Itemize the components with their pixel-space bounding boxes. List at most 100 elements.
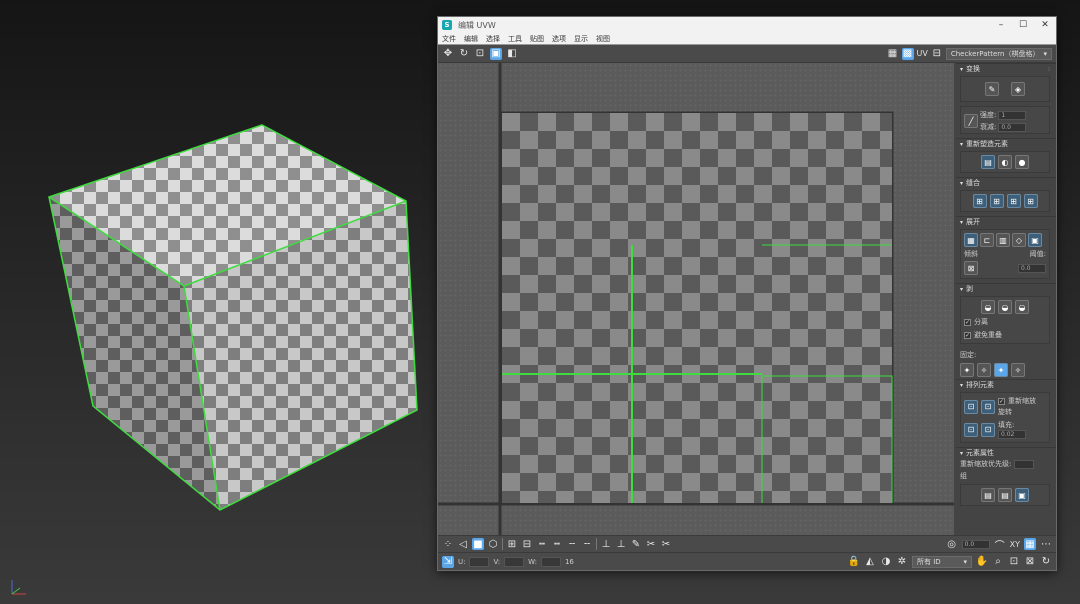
menu-options[interactable]: 选项 — [552, 34, 566, 44]
rotate-icon[interactable]: ↻ — [458, 48, 470, 60]
titlebar[interactable]: S 编辑 UVW – ☐ ✕ — [438, 17, 1056, 33]
stitch-to-source-icon[interactable]: ⊞ — [972, 194, 987, 208]
mirror-icon[interactable]: ◧ — [506, 48, 518, 60]
break-icon[interactable]: ⊏ — [980, 233, 994, 247]
detach-checkbox[interactable]: ✓ — [964, 318, 971, 326]
menu-tools[interactable]: 工具 — [508, 34, 522, 44]
display-filter-dropdown[interactable]: 所有 ID ▾ — [912, 555, 972, 568]
detach-icon[interactable]: ◇ — [1012, 233, 1026, 247]
group-select-icon[interactable]: ▤ — [981, 488, 995, 502]
u-field[interactable] — [469, 556, 490, 567]
maximize-button[interactable]: ☐ — [1012, 20, 1034, 30]
menu-edit[interactable]: 编辑 — [464, 34, 478, 44]
rollout-reshape[interactable]: ▾ 重新塑造元素 — [956, 138, 1056, 149]
strength-spinner[interactable]: 1 — [998, 110, 1027, 120]
pack-grouped-icon[interactable]: ⊡ — [981, 422, 995, 437]
menu-file[interactable]: 文件 — [442, 34, 456, 44]
align-u-icon[interactable]: ⊥ — [600, 538, 612, 550]
uv-canvas[interactable] — [438, 63, 954, 551]
minimize-button[interactable]: – — [990, 20, 1012, 30]
peel-reset-icon[interactable]: ◒ — [1015, 300, 1029, 314]
rollout-transform[interactable]: ▾ 变换 ⁝ — [956, 63, 1056, 74]
relax-shell-icon[interactable]: ◐ — [998, 155, 1012, 169]
align-v-icon[interactable]: ⊥ — [615, 538, 627, 550]
rescale-priority-spinner[interactable] — [1014, 459, 1035, 469]
uv-editor-window[interactable]: S 编辑 UVW – ☐ ✕ 文件 编辑 选择 工具 贴图 选项 显示 视图 ✥… — [437, 16, 1057, 571]
flatten-icon[interactable]: ▦ — [964, 233, 978, 247]
menu-display[interactable]: 显示 — [574, 34, 588, 44]
padding-spinner[interactable]: 0.02 — [998, 430, 1026, 439]
normal-map-icon[interactable]: ▣ — [1028, 233, 1042, 247]
close-button[interactable]: ✕ — [1034, 20, 1056, 30]
menu-select[interactable]: 选择 — [486, 34, 500, 44]
zoom-extents-icon[interactable]: ⊠ — [1024, 556, 1036, 568]
scale-icon[interactable]: ⊡ — [474, 48, 486, 60]
stitch-average-icon[interactable]: ⊞ — [989, 194, 1004, 208]
checker-cube[interactable] — [0, 0, 440, 520]
filter-icon[interactable]: ◭ — [864, 556, 876, 568]
zoom-region-icon[interactable]: ⊡ — [1008, 556, 1020, 568]
shrink-selection-icon[interactable]: ⊟ — [521, 538, 533, 550]
rollout-element-props[interactable]: ▾ 元素属性 — [956, 447, 1056, 458]
uv-layout[interactable] — [438, 63, 954, 551]
absolute-offset-icon[interactable]: ⇲ — [442, 555, 454, 568]
grid-icon[interactable]: ▦ — [887, 48, 899, 60]
pack-together-icon[interactable]: ⊡ — [964, 422, 978, 437]
peel-quick-icon[interactable]: ◒ — [981, 300, 995, 314]
hide-icon[interactable]: ◑ — [880, 556, 892, 568]
straighten-icon[interactable]: ▤ — [981, 155, 995, 169]
snap-icon[interactable]: ↻ — [1040, 556, 1052, 568]
split-icon[interactable]: ▥ — [996, 233, 1010, 247]
paint-brush-icon[interactable]: ✎ — [985, 82, 999, 96]
lock-icon[interactable]: ⊟ — [931, 48, 943, 60]
menu-mapping[interactable]: 贴图 — [530, 34, 544, 44]
cut-icon[interactable]: ✂ — [645, 538, 657, 550]
select-edge-icon[interactable]: ◁ — [457, 538, 469, 550]
ring-icon[interactable]: ┅ — [551, 538, 563, 550]
settings-icon[interactable]: ✲ — [896, 556, 908, 568]
freeform-icon[interactable]: ▣ — [490, 47, 502, 60]
paint-select-icon[interactable]: ✎ — [630, 538, 642, 550]
xy-toggle-icon[interactable]: ▦ — [1024, 538, 1036, 550]
rollout-peel[interactable]: ▾ 剥 — [956, 283, 1056, 294]
rescale-checkbox[interactable]: ✓ — [998, 397, 1005, 405]
avoid-overlap-checkbox[interactable]: ✓ — [964, 331, 971, 339]
stitch-custom-icon[interactable]: ⊞ — [1023, 194, 1038, 208]
sew-icon[interactable]: ✂ — [660, 538, 672, 550]
sphere-icon[interactable]: ● — [1015, 155, 1029, 169]
select-vertex-icon[interactable]: ⁘ — [442, 538, 454, 550]
grow-selection-icon[interactable]: ⊞ — [506, 538, 518, 550]
pack-normalize-icon[interactable]: ⊡ — [964, 399, 978, 414]
pan-icon[interactable]: ✋ — [976, 556, 988, 568]
move-icon[interactable]: ✥ — [442, 48, 454, 60]
threshold-spinner[interactable]: 0.0 — [1018, 263, 1046, 273]
peel-pelt-icon[interactable]: ◒ — [998, 300, 1012, 314]
v-field[interactable] — [504, 556, 525, 567]
pin-add-icon[interactable]: ✦ — [960, 363, 974, 377]
falloff-spinner[interactable]: 0.0 — [998, 122, 1027, 132]
stitch-target-icon[interactable]: ⊞ — [1006, 194, 1021, 208]
w-field[interactable] — [540, 556, 561, 567]
group-remove-icon[interactable]: ▣ — [1015, 488, 1029, 502]
select-element-icon[interactable]: ⬡ — [487, 538, 499, 550]
menu-view[interactable]: 视图 — [596, 34, 610, 44]
texture-dropdown[interactable]: CheckerPattern（棋盘格） ▾ — [945, 47, 1052, 60]
edge-ring-icon[interactable]: ╌ — [581, 538, 593, 550]
loop-icon[interactable]: ┅ — [536, 538, 548, 550]
edge-loop-icon[interactable]: ╌ — [566, 538, 578, 550]
rollout-unfold[interactable]: ▾ 展开 — [956, 216, 1056, 227]
zoom-icon[interactable]: ⌕ — [992, 556, 1004, 568]
relax-icon[interactable]: ◈ — [1011, 82, 1025, 96]
display-options-icon[interactable]: ⋯ — [1040, 538, 1052, 550]
checker-icon[interactable]: ▩ — [901, 47, 914, 60]
weld-icon[interactable]: ⊠ — [964, 261, 978, 275]
rollout-stitch[interactable]: ▾ 缝合 — [956, 177, 1056, 188]
select-face-icon[interactable]: ■ — [472, 538, 484, 550]
falloff-curve-icon[interactable]: ⌒ — [994, 538, 1006, 552]
rollout-arrange[interactable]: ▾ 排列元素 — [956, 379, 1056, 390]
group-add-icon[interactable]: ▤ — [998, 488, 1012, 502]
pack-custom-icon[interactable]: ⊡ — [981, 399, 995, 414]
pin-auto-icon[interactable]: ✦ — [994, 363, 1008, 377]
xy-label[interactable]: XY — [1010, 540, 1020, 549]
brush-line-icon[interactable]: ╱ — [964, 114, 978, 128]
